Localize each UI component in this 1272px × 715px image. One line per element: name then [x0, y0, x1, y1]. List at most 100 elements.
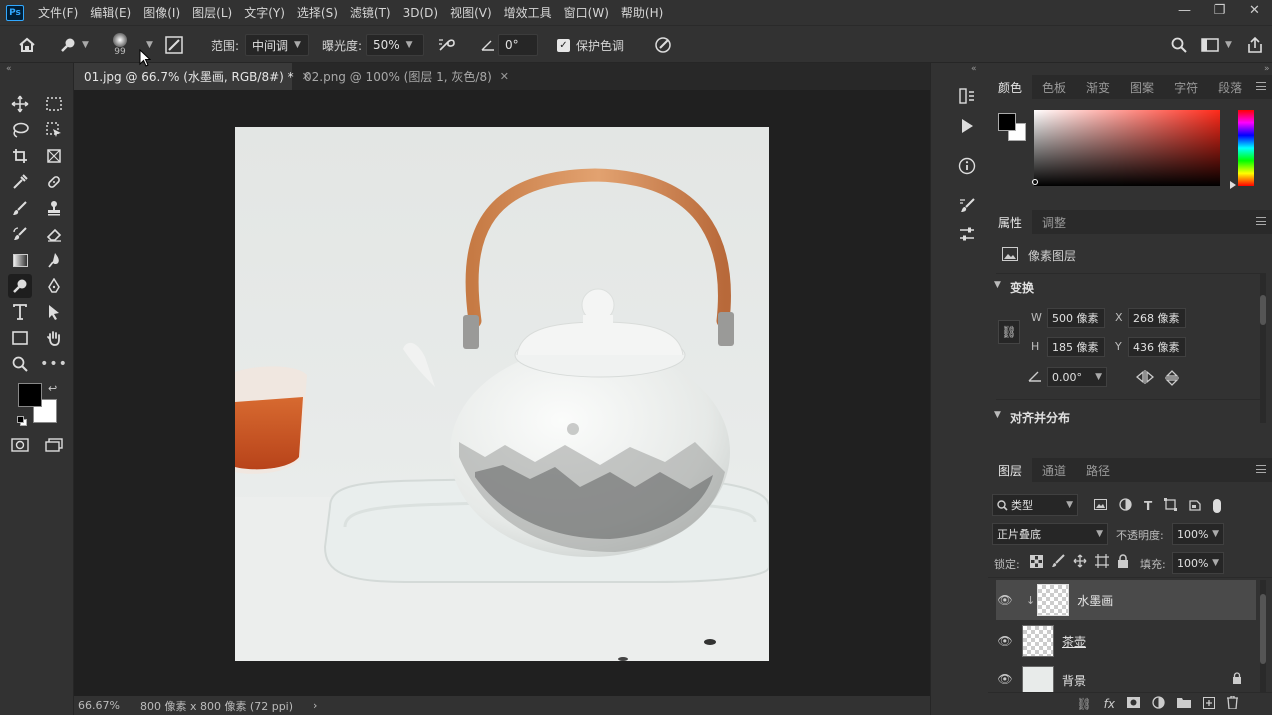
- airbrush-icon[interactable]: [437, 26, 457, 64]
- filter-adjustment-icon[interactable]: [1119, 498, 1132, 514]
- clone-stamp-tool-icon[interactable]: [42, 196, 66, 220]
- object-select-tool-icon[interactable]: [42, 118, 66, 142]
- menu-select[interactable]: 选择(S): [291, 4, 344, 21]
- color-picker-handle[interactable]: [1032, 179, 1038, 185]
- filter-smart-object-icon[interactable]: [1189, 498, 1201, 514]
- more-tools-icon[interactable]: •••: [40, 352, 67, 376]
- panel-menu-icon[interactable]: [1256, 217, 1266, 225]
- collapse-panels-icon[interactable]: »: [1264, 64, 1270, 74]
- tab-channels[interactable]: 通道: [1032, 462, 1076, 479]
- new-layer-icon[interactable]: [1203, 696, 1215, 712]
- y-input[interactable]: 436 像素: [1128, 337, 1186, 357]
- menu-layer[interactable]: 图层(L): [186, 4, 238, 21]
- tab-paths[interactable]: 路径: [1076, 462, 1120, 479]
- layer-row-ink-painting[interactable]: 👁 ↓ 水墨画: [996, 580, 1256, 620]
- zoom-level[interactable]: 66.67%: [78, 699, 120, 712]
- fill-input[interactable]: 100% ▼: [1172, 552, 1224, 574]
- new-group-icon[interactable]: [1177, 697, 1191, 711]
- status-menu-arrow[interactable]: ›: [313, 699, 317, 712]
- flip-horizontal-icon[interactable]: [1135, 370, 1155, 387]
- expand-panels-icon[interactable]: «: [971, 64, 977, 74]
- actions-play-icon[interactable]: [955, 114, 979, 138]
- rectangle-tool-icon[interactable]: [8, 326, 32, 350]
- layers-scrollbar[interactable]: [1260, 580, 1266, 692]
- tab-02-png[interactable]: 02.png @ 100% (图层 1, 灰色/8) ✕: [294, 63, 509, 90]
- height-input[interactable]: 185 像素: [1047, 337, 1105, 357]
- eraser-tool-icon[interactable]: [42, 222, 66, 246]
- search-icon[interactable]: [1171, 26, 1187, 64]
- crop-tool-icon[interactable]: [8, 144, 32, 168]
- color-picker-field[interactable]: [1034, 110, 1220, 186]
- menu-help[interactable]: 帮助(H): [615, 4, 669, 21]
- filter-pixel-icon[interactable]: [1094, 499, 1107, 513]
- exposure-input[interactable]: 50% ▼: [366, 34, 424, 56]
- width-input[interactable]: 500 像素: [1047, 308, 1105, 328]
- dodge-tool-icon[interactable]: [8, 274, 32, 298]
- brush-tool-icon[interactable]: [8, 196, 32, 220]
- brush-settings-icon[interactable]: [165, 26, 183, 64]
- restore-button[interactable]: ❐: [1202, 0, 1237, 25]
- share-icon[interactable]: [1246, 26, 1264, 64]
- adjustments-panel-icon[interactable]: [955, 222, 979, 246]
- blend-mode-select[interactable]: 正片叠底 ▼: [992, 523, 1108, 545]
- pen-tool-icon[interactable]: [42, 274, 66, 298]
- lock-all-icon[interactable]: [1117, 554, 1129, 571]
- lock-artboard-icon[interactable]: [1095, 554, 1109, 571]
- menu-type[interactable]: 文字(Y): [238, 4, 291, 21]
- menu-3d[interactable]: 3D(D): [397, 6, 444, 20]
- layer-style-fx-icon[interactable]: fx: [1104, 697, 1115, 711]
- filter-toggle-icon[interactable]: [1213, 499, 1222, 513]
- move-tool-icon[interactable]: [8, 92, 32, 116]
- new-adjustment-layer-icon[interactable]: [1152, 696, 1165, 712]
- dodge-tool-preset-picker[interactable]: ▼: [60, 26, 89, 64]
- layer-filter-select[interactable]: 类型 ▼: [992, 494, 1078, 516]
- frame-tool-icon[interactable]: [42, 144, 66, 168]
- add-mask-icon[interactable]: [1127, 697, 1140, 711]
- lock-transparent-icon[interactable]: [1030, 554, 1043, 571]
- tab-color[interactable]: 颜色: [988, 75, 1033, 99]
- hue-slider[interactable]: [1238, 110, 1254, 186]
- link-layers-icon[interactable]: ⛓: [1076, 697, 1091, 711]
- zoom-tool-icon[interactable]: [8, 352, 32, 376]
- hue-slider-handle[interactable]: [1230, 181, 1236, 189]
- tab-patterns[interactable]: 图案: [1120, 79, 1164, 96]
- tab-properties[interactable]: 属性: [988, 210, 1033, 234]
- hand-tool-icon[interactable]: [42, 326, 66, 350]
- tab-paragraph[interactable]: 段落: [1208, 79, 1252, 96]
- tab-01-jpg[interactable]: 01.jpg @ 66.7% (水墨画, RGB/8#) * ✕: [74, 63, 311, 90]
- menu-edit[interactable]: 编辑(E): [84, 4, 137, 21]
- close-tab-icon[interactable]: ✕: [500, 70, 509, 83]
- x-input[interactable]: 268 像素: [1128, 308, 1186, 328]
- filter-shape-icon[interactable]: [1164, 498, 1178, 514]
- brush-settings-panel-icon[interactable]: [955, 194, 979, 218]
- flip-vertical-icon[interactable]: [1165, 370, 1179, 389]
- protect-tones-checkbox[interactable]: ✓ 保护色调: [557, 26, 624, 64]
- close-button[interactable]: ✕: [1237, 0, 1272, 25]
- lock-position-icon[interactable]: [1073, 554, 1087, 571]
- history-panel-icon[interactable]: [955, 84, 979, 108]
- quick-mask-icon[interactable]: [8, 433, 32, 457]
- healing-brush-tool-icon[interactable]: [42, 170, 66, 194]
- blur-tool-icon[interactable]: [42, 248, 66, 272]
- layer-row-teapot[interactable]: 👁 茶壶: [996, 621, 1256, 661]
- gradient-tool-icon[interactable]: [8, 248, 32, 272]
- default-colors-icon[interactable]: [17, 416, 27, 426]
- brush-size-picker[interactable]: 99: [113, 26, 127, 64]
- link-dimensions-icon[interactable]: ⛓: [998, 320, 1020, 344]
- workspace-icon[interactable]: ▼: [1201, 26, 1232, 64]
- tab-swatches[interactable]: 色板: [1032, 79, 1076, 96]
- swap-colors-icon[interactable]: ↩: [48, 382, 57, 395]
- menu-image[interactable]: 图像(I): [137, 4, 186, 21]
- visibility-eye-icon[interactable]: 👁: [996, 593, 1014, 607]
- lock-pixels-icon[interactable]: [1051, 554, 1065, 571]
- info-icon[interactable]: [955, 154, 979, 178]
- document-canvas-image[interactable]: [235, 127, 769, 661]
- visibility-eye-icon[interactable]: 👁: [996, 634, 1014, 648]
- delete-layer-icon[interactable]: [1227, 695, 1238, 712]
- range-select[interactable]: 中间调 ▼: [245, 34, 309, 56]
- menu-window[interactable]: 窗口(W): [558, 4, 615, 21]
- home-icon[interactable]: [18, 26, 36, 64]
- menu-view[interactable]: 视图(V): [444, 4, 498, 21]
- opacity-input[interactable]: 100% ▼: [1172, 523, 1224, 545]
- eyedropper-tool-icon[interactable]: [8, 170, 32, 194]
